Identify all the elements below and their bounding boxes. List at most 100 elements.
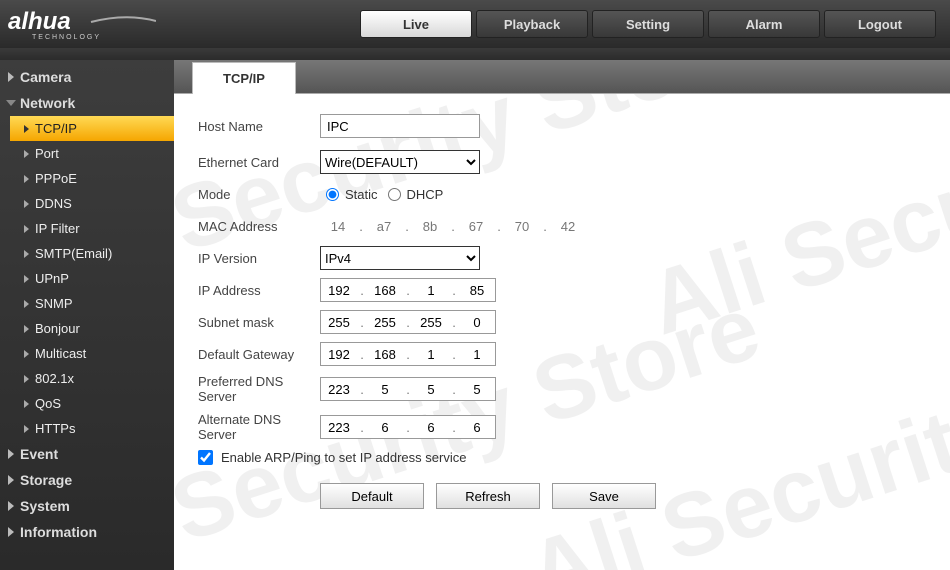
ip-oct[interactable] [459, 416, 495, 438]
ip-version-select[interactable]: IPv4 [320, 246, 480, 270]
ip-oct[interactable] [321, 311, 357, 333]
ip-oct[interactable] [321, 378, 357, 400]
tab-live[interactable]: Live [360, 10, 472, 38]
ip-oct[interactable] [367, 311, 403, 333]
ip-oct[interactable] [459, 378, 495, 400]
sidebar-item-label: Multicast [35, 346, 86, 361]
sidebar-item-label: HTTPs [35, 421, 75, 436]
host-name-input[interactable] [320, 114, 480, 138]
mac-address-value: . . . . . [320, 214, 586, 238]
mac-oct [504, 215, 540, 237]
sidebar-item-ddns[interactable]: DDNS [10, 191, 174, 216]
subnet-mask-input[interactable]: . . . [320, 310, 496, 334]
sidebar-item-smtp[interactable]: SMTP(Email) [10, 241, 174, 266]
default-gateway-input[interactable]: . . . [320, 342, 496, 366]
preferred-dns-input[interactable]: . . . [320, 377, 496, 401]
sidebar-item-label: DDNS [35, 196, 72, 211]
ip-oct[interactable] [367, 279, 403, 301]
chevron-right-icon [24, 400, 29, 408]
ip-oct[interactable] [367, 416, 403, 438]
ip-oct[interactable] [321, 416, 357, 438]
sidebar-label: Event [20, 446, 58, 462]
sidebar-cat-network[interactable]: Network [0, 90, 174, 116]
mode-label: Mode [198, 187, 320, 202]
sidebar-item-8021x[interactable]: 802.1x [10, 366, 174, 391]
ip-oct[interactable] [413, 378, 449, 400]
sidebar-cat-system[interactable]: System [0, 493, 174, 519]
ip-oct[interactable] [367, 378, 403, 400]
mode-dhcp-label: DHCP [407, 187, 444, 202]
sidebar-network-list: TCP/IP Port PPPoE DDNS IP Filter SMTP(Em… [0, 116, 174, 441]
ip-oct[interactable] [413, 279, 449, 301]
content: Ali Security Store Ali Security Store Al… [174, 60, 950, 570]
sidebar-item-label: Bonjour [35, 321, 80, 336]
mode-dhcp-radio[interactable] [388, 188, 401, 201]
tab-alarm[interactable]: Alarm [708, 10, 820, 38]
chevron-right-icon [24, 150, 29, 158]
ip-version-label: IP Version [198, 251, 320, 266]
ip-oct[interactable] [413, 343, 449, 365]
sidebar-item-label: 802.1x [35, 371, 74, 386]
refresh-button[interactable]: Refresh [436, 483, 540, 509]
chevron-right-icon [8, 72, 14, 82]
sidebar-item-label: IP Filter [35, 221, 80, 236]
chevron-right-icon [8, 501, 14, 511]
ip-address-input[interactable]: . . . [320, 278, 496, 302]
ip-oct[interactable] [413, 416, 449, 438]
header: alhua TECHNOLOGY Live Playback Setting A… [0, 0, 950, 48]
ip-oct[interactable] [459, 343, 495, 365]
chevron-right-icon [24, 225, 29, 233]
chevron-right-icon [24, 200, 29, 208]
sidebar-cat-storage[interactable]: Storage [0, 467, 174, 493]
sidebar-item-tcpip[interactable]: TCP/IP [10, 116, 174, 141]
enable-arp-label: Enable ARP/Ping to set IP address servic… [221, 450, 466, 465]
alternate-dns-input[interactable]: . . . [320, 415, 496, 439]
tab-playback[interactable]: Playback [476, 10, 588, 38]
sidebar-item-bonjour[interactable]: Bonjour [10, 316, 174, 341]
sidebar-item-port[interactable]: Port [10, 141, 174, 166]
sidebar-item-label: TCP/IP [35, 121, 77, 136]
mode-static-label: Static [345, 187, 378, 202]
default-button[interactable]: Default [320, 483, 424, 509]
sidebar-item-label: SNMP [35, 296, 73, 311]
chevron-right-icon [24, 275, 29, 283]
ip-oct[interactable] [459, 311, 495, 333]
sidebar-item-snmp[interactable]: SNMP [10, 291, 174, 316]
tcpip-form: Host Name Ethernet Card Wire(DEFAULT) Mo… [174, 94, 950, 529]
save-button[interactable]: Save [552, 483, 656, 509]
sidebar-cat-camera[interactable]: Camera [0, 64, 174, 90]
mac-oct [458, 215, 494, 237]
ip-oct[interactable] [367, 343, 403, 365]
sidebar-item-upnp[interactable]: UPnP [10, 266, 174, 291]
ethernet-card-select[interactable]: Wire(DEFAULT) [320, 150, 480, 174]
mac-oct [412, 215, 448, 237]
sidebar-item-pppoe[interactable]: PPPoE [10, 166, 174, 191]
chevron-right-icon [8, 475, 14, 485]
tab-setting[interactable]: Setting [592, 10, 704, 38]
sidebar-item-label: SMTP(Email) [35, 246, 112, 261]
ip-oct[interactable] [321, 279, 357, 301]
tab-logout[interactable]: Logout [824, 10, 936, 38]
mac-oct [320, 215, 356, 237]
page-tab-tcpip[interactable]: TCP/IP [192, 62, 296, 94]
svg-text:TECHNOLOGY: TECHNOLOGY [32, 34, 101, 41]
sidebar-cat-information[interactable]: Information [0, 519, 174, 545]
sidebar-item-ipfilter[interactable]: IP Filter [10, 216, 174, 241]
ip-oct[interactable] [459, 279, 495, 301]
header-gap [0, 48, 950, 60]
top-tabs: Live Playback Setting Alarm Logout [360, 10, 944, 38]
preferred-dns-label: Preferred DNS Server [198, 374, 320, 404]
sidebar-item-qos[interactable]: QoS [10, 391, 174, 416]
subnet-mask-label: Subnet mask [198, 315, 320, 330]
chevron-right-icon [8, 527, 14, 537]
sidebar-label: Camera [20, 69, 71, 85]
page-tab-strip: TCP/IP [174, 60, 950, 94]
ip-oct[interactable] [321, 343, 357, 365]
sidebar-label: System [20, 498, 70, 514]
sidebar-cat-event[interactable]: Event [0, 441, 174, 467]
sidebar-item-multicast[interactable]: Multicast [10, 341, 174, 366]
mode-static-radio[interactable] [326, 188, 339, 201]
enable-arp-checkbox[interactable] [198, 450, 213, 465]
sidebar-item-https[interactable]: HTTPs [10, 416, 174, 441]
ip-oct[interactable] [413, 311, 449, 333]
